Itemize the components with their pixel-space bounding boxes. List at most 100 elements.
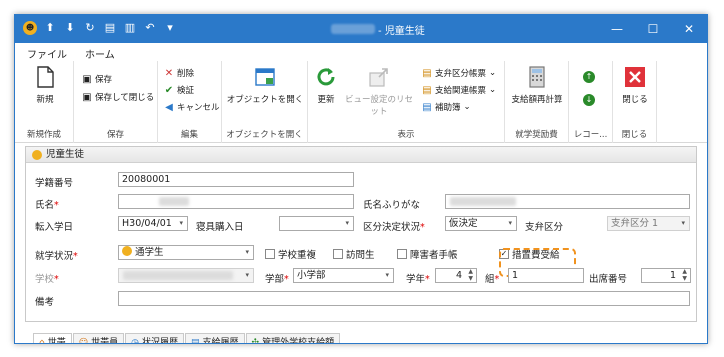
tab-status-history[interactable]: ◷ 状況履歴 — [125, 333, 185, 344]
group-record: ↑ ↓ レコー... — [569, 61, 613, 143]
close-window-button[interactable]: ✕ — [671, 15, 707, 43]
transfer-date-field[interactable]: H30/04/01 ▾ — [118, 216, 188, 231]
grade-label-text: 学年 — [406, 274, 426, 285]
kana-label: 氏名ふりがな — [363, 200, 421, 211]
chevron-down-icon: ⌄ — [489, 85, 497, 95]
dorm-date-field[interactable]: ▾ — [279, 216, 354, 231]
refresh-icon[interactable]: ↻ — [83, 21, 97, 35]
tab-members[interactable]: ☺ 世帯員 — [72, 333, 125, 343]
ledger1-label: 支弁区分帳票 — [435, 69, 487, 79]
new-document-icon — [37, 66, 54, 88]
tab-household-label: 世帯 — [47, 337, 66, 344]
bottom-tabs: ⌂ 世帯 ☺ 世帯員 ◷ 状況履歴 ▤ 支給履歴 ✣ 管理外学校支給額 — [33, 333, 341, 344]
delete-button[interactable]: ✕ 削除 — [164, 67, 194, 80]
tab-external-school[interactable]: ✣ 管理外学校支給額 — [245, 333, 341, 344]
recalc-label: 支給額再計算 — [511, 95, 563, 105]
cancel-button[interactable]: ◀ キャンセル — [164, 101, 219, 114]
transfer-label: 転入学日 — [35, 222, 74, 233]
ledger1-button[interactable]: ▤ 支弁区分帳票 ⌄ — [422, 67, 496, 80]
ledger-icon: ▤ — [422, 67, 432, 79]
payment-div-select[interactable]: 支弁区分 1 ▾ — [607, 216, 690, 231]
status-decision-value: 仮決定 — [449, 218, 478, 229]
spinner-icon: ▲ ▼ — [682, 268, 687, 282]
name-field[interactable] — [118, 194, 354, 209]
student-no-label: 学籍番号 — [35, 178, 74, 189]
required-mark: * — [420, 222, 425, 233]
chevron-down-icon: ▾ — [508, 219, 512, 227]
chevron-down-icon: ▾ — [179, 219, 183, 227]
record-up-button[interactable]: ↑ — [583, 71, 595, 83]
dept-select[interactable]: 小学部 ▾ — [293, 268, 394, 283]
download-icon[interactable]: ⬇ — [63, 21, 77, 35]
required-mark: * — [54, 274, 59, 285]
verify-label: 検証 — [177, 86, 195, 96]
group-edit: ✕ 削除 ✔ 検証 ◀ キャンセル 編集 — [158, 61, 222, 143]
new-button[interactable]: 新規 — [25, 65, 65, 105]
tab-external-school-label: 管理外学校支給額 — [262, 337, 335, 344]
tab-payment-history[interactable]: ▤ 支給履歴 — [185, 333, 245, 344]
group-view-label: 表示 — [397, 130, 415, 140]
grade-stepper[interactable]: 4 ▲ ▼ — [435, 268, 477, 283]
qat-dropdown-icon[interactable]: ▾ — [163, 21, 177, 35]
new-label: 新規 — [36, 95, 54, 105]
save-close-label: 保存して閉じる — [95, 93, 155, 103]
save-button[interactable]: ▣ 保存 — [82, 73, 112, 86]
school-select[interactable]: ▾ — [118, 268, 254, 283]
checkbox-box — [397, 249, 407, 259]
chk-disabled[interactable]: 障害者手帳 — [397, 247, 458, 261]
open-object-label: オブジェクトを開く — [226, 95, 304, 105]
chevron-down-icon: ▾ — [681, 219, 685, 227]
ledger-icon: ▤ — [191, 337, 200, 344]
ledger2-button[interactable]: ▤ 支給関連帳票 ⌄ — [422, 84, 497, 97]
title-bar: ☻ ⬆ ⬇ ↻ ▤ ▥ ↶ ▾ - 児童生徒 — ☐ ✕ — [15, 15, 707, 43]
refresh-button[interactable]: 更新 — [312, 65, 340, 105]
quick-access-toolbar: ☻ ⬆ ⬇ ↻ ▤ ▥ ↶ ▾ — [23, 21, 177, 35]
tab-status-history-label: 状況履歴 — [142, 337, 179, 344]
recalc-button[interactable]: 支給額再計算 — [507, 65, 567, 105]
upload-icon[interactable]: ⬆ — [43, 21, 57, 35]
verify-button[interactable]: ✔ 検証 — [164, 84, 195, 97]
open-object-button[interactable]: オブジェクトを開く — [226, 65, 304, 105]
record-down-button[interactable]: ↓ — [583, 94, 595, 106]
ledger3-button[interactable]: ▤ 補助簿 ⌄ — [422, 101, 470, 114]
open-window-icon — [255, 68, 275, 86]
clock-icon: ◷ — [131, 337, 139, 344]
transfer-date-value: H30/04/01 — [122, 218, 172, 229]
status-decision-select[interactable]: 仮決定 ▾ — [445, 216, 517, 231]
note-field[interactable] — [118, 291, 690, 306]
attend-label: 出席番号 — [589, 274, 628, 285]
maximize-button[interactable]: ☐ — [635, 15, 671, 43]
dorm-date-label: 寝具購入日 — [196, 222, 244, 233]
payment-div-value: 支弁区分 1 — [611, 218, 659, 229]
save-close-button[interactable]: ▣ 保存して閉じる — [82, 91, 155, 104]
panel-header: 児童生徒 — [26, 147, 696, 163]
required-mark: * — [54, 200, 59, 211]
minimize-button[interactable]: — — [599, 15, 635, 43]
class-field[interactable]: 1 — [508, 268, 584, 283]
required-mark: * — [73, 251, 78, 262]
required-mark: * — [494, 274, 500, 285]
attend-stepper[interactable]: 1 ▲ ▼ — [641, 268, 691, 283]
student-no-field[interactable]: 20080001 — [118, 172, 354, 187]
school-label: 学校* — [35, 271, 59, 285]
grid-icon[interactable]: ▤ — [103, 21, 117, 35]
chk-visit[interactable]: 訪問生 — [333, 247, 375, 261]
enroll-select[interactable]: 通学生 ▾ — [118, 245, 254, 260]
undo-icon[interactable]: ↶ — [143, 21, 157, 35]
check-icon: ✔ — [164, 84, 174, 96]
chk-multi[interactable]: 学校重複 — [265, 247, 316, 261]
back-arrow-icon: ◀ — [165, 101, 173, 113]
chk-multi-label: 学校重複 — [278, 250, 317, 261]
ledger-icon: ▤ — [422, 84, 432, 96]
grade-value: 4 — [455, 270, 462, 281]
layout-icon[interactable]: ▥ — [123, 21, 137, 35]
reset-view-label: ビュー設定のリセット — [344, 95, 413, 117]
chevron-down-icon: ▾ — [245, 271, 249, 279]
dept-label: 学部* — [265, 271, 289, 285]
reset-view-button[interactable]: ビュー設定のリセット — [342, 65, 416, 117]
tab-household[interactable]: ⌂ 世帯 — [33, 333, 72, 344]
menu-file[interactable]: ファイル — [27, 46, 67, 61]
close-button[interactable]: 閉じる — [617, 65, 653, 105]
redacted-title — [331, 24, 375, 34]
kana-field[interactable] — [445, 194, 690, 209]
